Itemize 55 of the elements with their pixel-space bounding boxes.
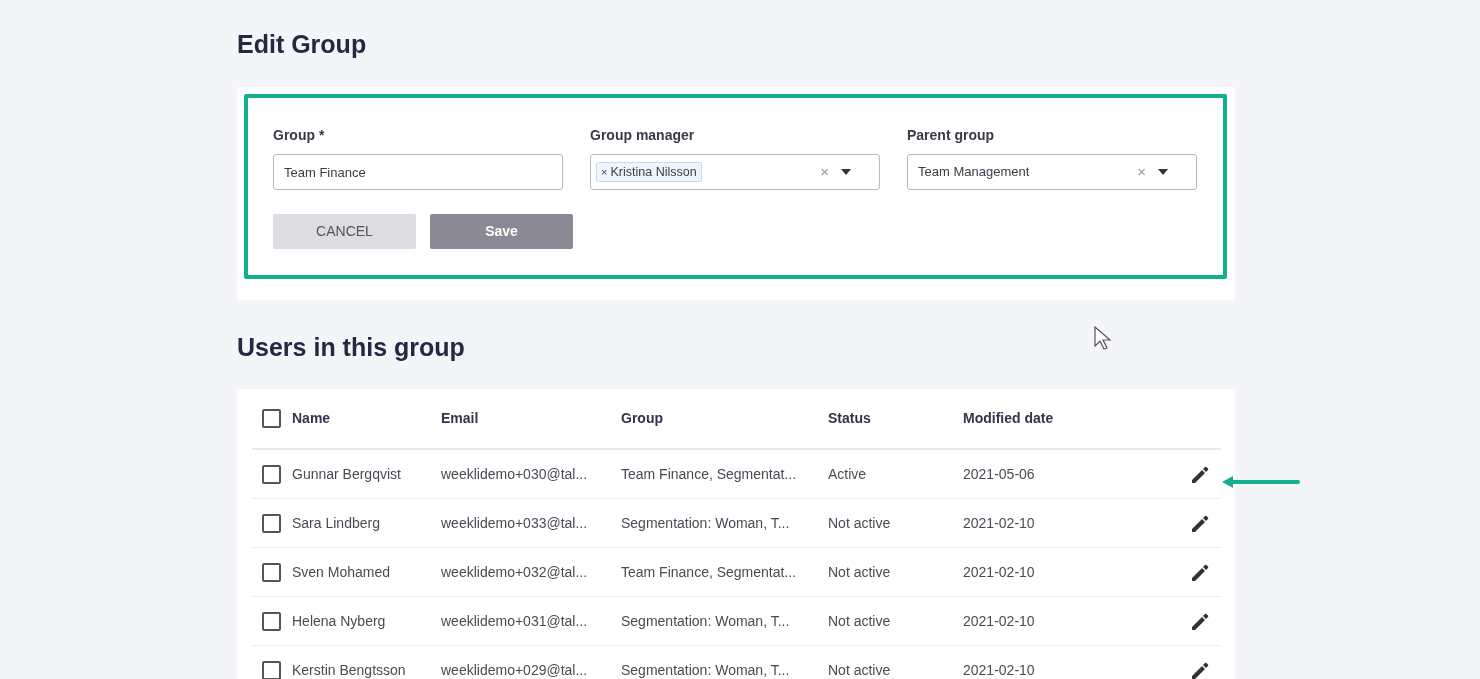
table-cell: weeklidemo+029@tal... [441,661,588,678]
pencil-icon[interactable] [1191,661,1209,679]
table-cell: Segmentation: Woman, T... [621,612,790,629]
table-cell: weeklidemo+033@tal... [441,514,588,531]
table-cell: Helena Nyberg [292,612,386,629]
row-checkbox[interactable] [262,513,281,533]
table-cell: 2021-02-10 [963,661,1035,678]
field-label: Parent group [907,126,995,145]
cursor-icon [1094,326,1113,351]
table-cell: 2021-02-10 [963,563,1035,580]
table-cell: Kerstin Bengtsson [292,661,406,678]
dropdown-caret-icon[interactable] [841,169,851,175]
row-checkbox[interactable] [262,562,281,582]
column-header: Email [441,410,479,426]
table-cell: weeklidemo+032@tal... [441,563,588,580]
table-cell: Team Finance, Segmentat... [621,465,797,482]
table-cell: Not active [828,563,891,580]
select-all-checkbox[interactable] [262,409,281,428]
table-cell: Segmentation: Woman, T... [621,661,790,678]
column-header: Group [621,410,663,426]
table-cell: Not active [828,612,891,629]
section-title: Users in this group [237,332,465,362]
table-cell: weeklidemo+030@tal... [441,465,588,482]
row-checkbox[interactable] [262,611,281,631]
pencil-icon[interactable] [1191,514,1209,533]
text-field[interactable]: Team Finance [273,154,563,190]
cancel-button[interactable]: CANCEL [273,214,416,249]
table-cell: 2021-02-10 [963,612,1035,629]
select-field[interactable]: Team Management × [907,154,1197,190]
table-cell: 2021-02-10 [963,514,1035,531]
table-cell: Not active [828,514,891,531]
pencil-icon[interactable] [1191,563,1209,582]
select-value: Team Management [918,163,1030,182]
column-header: Name [292,410,331,426]
row-checkbox[interactable] [262,660,281,679]
pencil-icon[interactable] [1191,612,1209,631]
table-cell: Not active [828,661,891,678]
table-cell: Sara Lindberg [292,514,380,531]
table-cell: Sven Mohamed [292,563,391,580]
table-cell: 2021-05-06 [963,465,1035,482]
table-cell: weeklidemo+031@tal... [441,612,588,629]
table-cell: Team Finance, Segmentat... [621,563,797,580]
pencil-icon[interactable] [1191,465,1209,484]
row-checkbox[interactable] [262,464,281,484]
table-cell: Gunnar Bergqvist [292,465,401,482]
page-title: Edit Group [237,29,367,59]
field-label: Group manager [590,126,695,145]
selected-chip[interactable]: × Kristina Nilsson [596,162,702,182]
table-cell: Segmentation: Woman, T... [621,514,790,531]
column-header: Modified date [963,410,1054,426]
column-header: Status [828,410,871,426]
field-label: Group * [273,126,325,145]
dropdown-caret-icon[interactable] [1158,169,1168,175]
multiselect-field[interactable]: × Kristina Nilsson × [590,154,880,190]
table-cell: Active [828,465,867,482]
